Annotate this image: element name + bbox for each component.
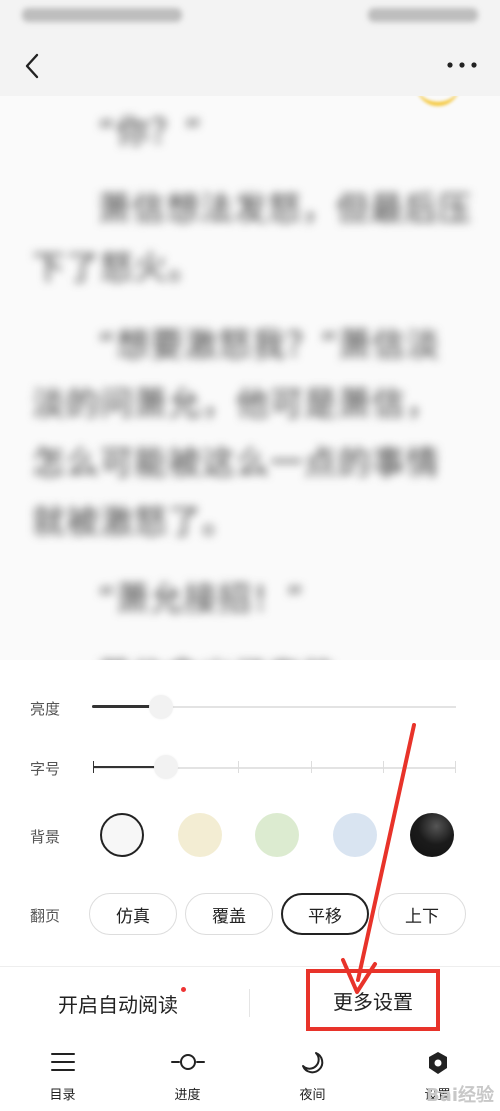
chapter-paragraph: “你？” <box>98 112 203 151</box>
chapter-paragraph: “萧允接招！” <box>98 579 305 618</box>
tab-progress-label: 进度 <box>174 1088 201 1103</box>
background-swatch-cream[interactable] <box>178 813 222 857</box>
tab-night[interactable]: 夜间 <box>250 1038 375 1111</box>
page-turn-option-simulation[interactable]: 仿真 <box>89 893 177 935</box>
progress-icon <box>170 1054 205 1070</box>
brightness-slider-thumb[interactable] <box>149 695 173 719</box>
background-swatch-green[interactable] <box>255 813 299 857</box>
settings-icon <box>428 1052 447 1074</box>
top-bar <box>0 0 500 96</box>
font-size-slider-thumb[interactable] <box>154 755 178 779</box>
chapter-paragraph: 萧信拿出了套装。 <box>32 646 472 660</box>
more-options-button[interactable] <box>442 50 482 80</box>
page-turn-option-vertical[interactable]: 上下 <box>378 893 466 935</box>
moon-icon <box>301 1052 323 1074</box>
chapter-paragraph: 萧信想法发怒，但最后压下了怒火。 <box>32 189 472 287</box>
more-dots-icon <box>447 62 477 68</box>
watermark: Bai经验 <box>425 1085 494 1106</box>
action-bar: 开启自动阅读 更多设置 <box>0 966 500 1040</box>
auto-read-button[interactable]: 开启自动阅读 <box>58 967 186 1039</box>
font-size-label: 字号 <box>30 760 61 778</box>
more-settings-label: 更多设置 <box>333 989 413 1014</box>
notification-dot <box>181 986 186 992</box>
auto-read-label: 开启自动阅读 <box>58 992 178 1017</box>
tab-catalog-label: 目录 <box>49 1088 76 1103</box>
background-swatch-black[interactable] <box>410 813 454 857</box>
status-bar <box>0 0 500 34</box>
background-swatch-blue[interactable] <box>333 813 377 857</box>
tab-catalog[interactable]: 目录 <box>0 1038 125 1111</box>
brightness-label: 亮度 <box>30 700 61 718</box>
page-turn-option-slide[interactable]: 平移 <box>281 893 369 935</box>
back-button[interactable] <box>14 48 50 84</box>
page-turn-option-cover[interactable]: 覆盖 <box>185 893 273 935</box>
background-label: 背景 <box>30 828 61 846</box>
reading-area[interactable]: “你？” 萧信想法发怒，但最后压下了怒火。 “想要激怒我？”萧信淡淡的问萧允，他可是… <box>0 96 500 660</box>
chapter-paragraph: “想要激怒我？”萧信淡淡的问萧允，他可是萧信，怎么可能被这么一点的事情就被激怒了… <box>32 325 441 541</box>
page-turn-label: 翻页 <box>30 907 61 925</box>
tab-night-label: 夜间 <box>299 1088 326 1103</box>
chapter-text: “你？” 萧信想法发怒，但最后压下了怒火。 “想要激怒我？”萧信淡淡的问萧允，他可是… <box>32 102 472 660</box>
chevron-left-icon <box>25 53 39 79</box>
menu-list-icon <box>50 1053 75 1071</box>
more-settings-button[interactable]: 更多设置 <box>306 969 440 1031</box>
divider <box>249 989 250 1017</box>
tab-progress[interactable]: 进度 <box>125 1038 250 1111</box>
background-swatch-white[interactable] <box>100 813 144 857</box>
